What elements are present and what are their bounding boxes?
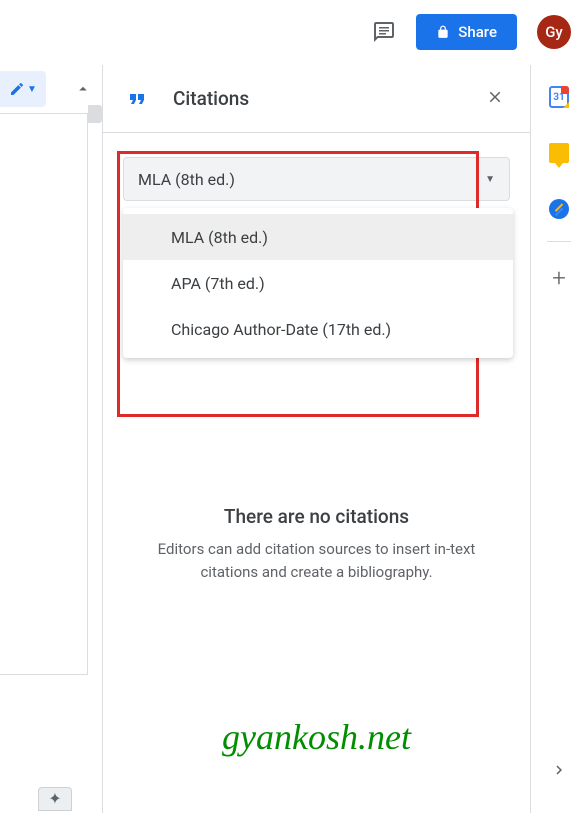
- document-page[interactable]: [0, 113, 88, 675]
- lock-icon: [436, 25, 450, 39]
- caret-down-icon: ▼: [485, 174, 495, 185]
- dropdown-option-mla[interactable]: MLA (8th ed.): [123, 214, 513, 260]
- pencil-icon: [9, 81, 25, 97]
- caret-down-icon: ▼: [27, 84, 37, 95]
- app-topbar: Share Gy: [0, 0, 587, 65]
- side-rail: 31 +: [531, 65, 587, 813]
- comment-history-icon[interactable]: [372, 20, 396, 44]
- dropdown-selected[interactable]: MLA (8th ed.) ▼: [123, 157, 510, 201]
- collapse-toolbar-button[interactable]: [74, 80, 92, 98]
- share-button[interactable]: Share: [416, 14, 517, 50]
- panel-header: Citations: [103, 65, 530, 133]
- citation-format-dropdown[interactable]: MLA (8th ed.) ▼ MLA (8th ed.) APA (7th e…: [123, 157, 510, 201]
- empty-state: There are no citations Editors can add c…: [103, 505, 530, 583]
- empty-description: Editors can add citation sources to inse…: [131, 538, 502, 583]
- close-icon: [486, 88, 504, 106]
- star-icon: ✦: [48, 789, 61, 808]
- ruler-tab[interactable]: [88, 105, 102, 123]
- user-avatar[interactable]: Gy: [537, 15, 571, 49]
- dropdown-option-apa[interactable]: APA (7th ed.): [123, 260, 513, 306]
- editing-mode-button[interactable]: ▼: [0, 71, 46, 107]
- dropdown-option-chicago[interactable]: Chicago Author-Date (17th ed.): [123, 306, 513, 352]
- calendar-app-icon[interactable]: 31: [549, 87, 569, 107]
- quote-icon: [123, 85, 151, 113]
- add-addon-button[interactable]: +: [552, 264, 566, 292]
- keep-app-icon[interactable]: [549, 143, 569, 163]
- chevron-right-icon: [550, 761, 568, 779]
- tasks-app-icon[interactable]: [549, 199, 569, 219]
- citations-panel: Citations MLA (8th ed.) ▼ MLA (8th ed.) …: [102, 65, 531, 813]
- panel-title: Citations: [173, 87, 249, 110]
- document-edge: ▼ ✦: [0, 65, 102, 813]
- hide-rail-button[interactable]: [550, 761, 568, 783]
- dropdown-menu: MLA (8th ed.) APA (7th ed.) Chicago Auth…: [123, 208, 513, 358]
- watermark-text: gyankosh.net: [103, 716, 530, 758]
- close-panel-button[interactable]: [480, 81, 510, 117]
- chevron-up-icon: [74, 80, 92, 98]
- explore-button[interactable]: ✦: [38, 787, 72, 811]
- share-label: Share: [458, 23, 497, 41]
- rail-divider: [547, 241, 571, 242]
- empty-title: There are no citations: [131, 505, 502, 528]
